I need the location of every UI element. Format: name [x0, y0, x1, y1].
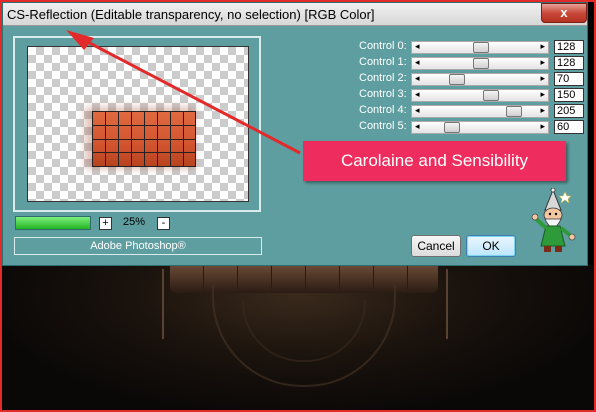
control-label: Control 4:: [359, 104, 407, 116]
arrow-right-icon[interactable]: ▸: [540, 105, 545, 116]
slider-thumb[interactable]: [448, 74, 465, 85]
preview-canvas[interactable]: [27, 46, 249, 202]
arrow-left-icon[interactable]: ◂: [415, 89, 420, 100]
arrow-right-icon[interactable]: ▸: [540, 89, 545, 100]
plus-icon: +: [102, 217, 109, 229]
ok-button[interactable]: OK: [466, 235, 516, 257]
control-label: Control 3:: [359, 88, 407, 100]
control-label: Control 2:: [359, 72, 407, 84]
control-slider[interactable]: ◂ ▸: [411, 41, 549, 54]
control-value-field[interactable]: 150: [554, 88, 584, 102]
annotation-label: Carolaine and Sensibility: [303, 141, 566, 181]
close-icon: x: [560, 5, 568, 20]
host-app-label: Adobe Photoshop®: [14, 237, 262, 255]
slider-thumb[interactable]: [505, 106, 522, 117]
control-label: Control 5:: [359, 120, 407, 132]
arrow-left-icon[interactable]: ◂: [415, 105, 420, 116]
arrow-right-icon[interactable]: ▸: [540, 121, 545, 132]
control-value-field[interactable]: 128: [554, 56, 584, 70]
control-slider[interactable]: ◂ ▸: [411, 105, 549, 118]
arrow-right-icon[interactable]: ▸: [540, 57, 545, 68]
minus-icon: -: [161, 217, 166, 229]
zoom-in-button[interactable]: +: [99, 217, 112, 230]
filter-dialog: CS-Reflection (Editable transparency, no…: [2, 2, 588, 266]
preview-panel: [13, 36, 261, 212]
slider-thumb[interactable]: [473, 42, 490, 53]
slider-thumb[interactable]: [482, 90, 499, 101]
control-value-field[interactable]: 70: [554, 72, 584, 86]
control-value-field[interactable]: 128: [554, 40, 584, 54]
control-slider[interactable]: ◂ ▸: [411, 57, 549, 70]
close-button[interactable]: x: [541, 3, 587, 23]
control-slider[interactable]: ◂ ▸: [411, 121, 549, 134]
control-label: Control 0:: [359, 40, 407, 52]
arrow-left-icon[interactable]: ◂: [415, 73, 420, 84]
zoom-out-button[interactable]: -: [157, 217, 170, 230]
control-slider[interactable]: ◂ ▸: [411, 73, 549, 86]
control-slider[interactable]: ◂ ▸: [411, 89, 549, 102]
arrow-left-icon[interactable]: ◂: [415, 121, 420, 132]
window-title: CS-Reflection (Editable transparency, no…: [7, 7, 375, 22]
preview-image: [92, 111, 196, 167]
control-value-field[interactable]: 205: [554, 104, 584, 118]
arrow-right-icon[interactable]: ▸: [540, 73, 545, 84]
zoom-level: 25%: [123, 216, 146, 228]
control-label: Control 1:: [359, 56, 407, 68]
arrow-left-icon[interactable]: ◂: [415, 41, 420, 52]
cancel-button[interactable]: Cancel: [411, 235, 461, 257]
slider-thumb[interactable]: [473, 58, 490, 69]
background-image: [2, 265, 594, 410]
slider-thumb[interactable]: [444, 122, 461, 133]
control-value-field[interactable]: 60: [554, 120, 584, 134]
progress-bar: [15, 216, 91, 230]
progress-fill: [16, 217, 90, 229]
arrow-right-icon[interactable]: ▸: [540, 41, 545, 52]
gnome-mascot-icon: [531, 188, 576, 252]
arrow-left-icon[interactable]: ◂: [415, 57, 420, 68]
title-bar[interactable]: CS-Reflection (Editable transparency, no…: [3, 3, 587, 26]
